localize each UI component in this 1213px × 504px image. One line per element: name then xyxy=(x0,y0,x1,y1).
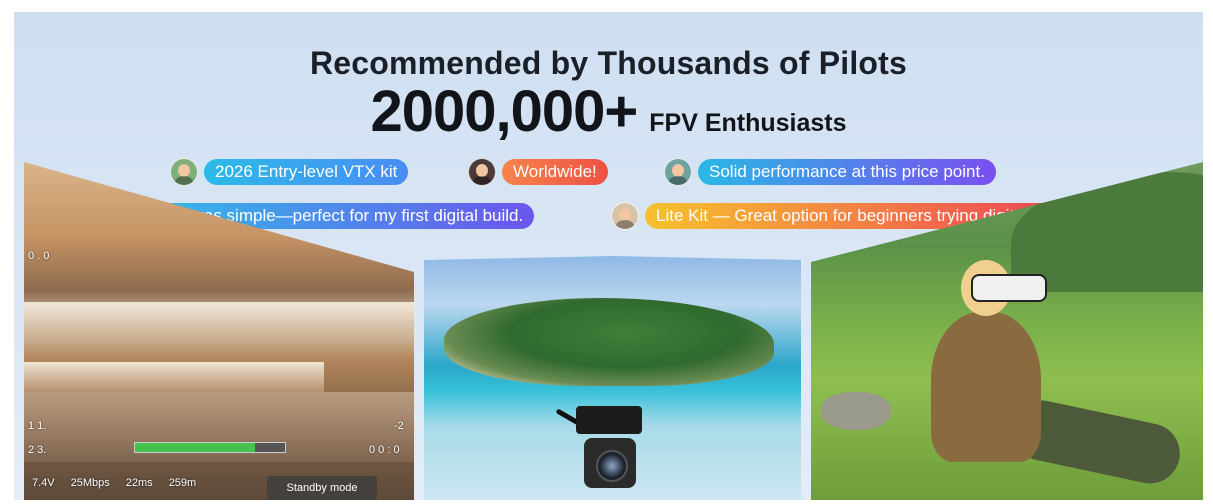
vtx-camera-module xyxy=(554,394,664,494)
distance-readout: 259m xyxy=(168,477,197,489)
fpv-goggles xyxy=(971,274,1047,302)
terrace-layer xyxy=(24,362,324,392)
voltage-readout: 7.4V xyxy=(32,477,55,489)
pilot-body xyxy=(931,312,1041,462)
signal-bar-fill xyxy=(135,443,255,452)
review-1: 2026 Entry-level VTX kit xyxy=(170,158,409,186)
camera-lens xyxy=(596,450,628,482)
rock xyxy=(821,392,891,430)
headline: Recommended by Thousands of Pilots xyxy=(309,45,908,81)
osd-right-2: 0 0 : 0 xyxy=(369,444,400,456)
standby-mode-label: Standby mode xyxy=(267,476,377,500)
user-count: 2000,000+ xyxy=(370,79,638,144)
review-3: Solid performance at this price point. xyxy=(664,158,996,186)
avatar xyxy=(664,158,692,186)
stat-row: 2000,000+ FPV Enthusiasts xyxy=(14,78,1203,145)
avatar xyxy=(468,158,496,186)
island-vtx-photo xyxy=(424,256,801,500)
osd-line-2: 2 3. xyxy=(28,444,47,456)
terrace-layer xyxy=(24,302,414,342)
osd-line-1: 1 1. xyxy=(28,420,47,432)
osd-right-1: -2 xyxy=(394,420,404,432)
review-2: Worldwide! xyxy=(468,158,608,186)
signal-bar xyxy=(134,442,286,453)
avatar xyxy=(611,202,639,230)
review-pill: Solid performance at this price point. xyxy=(698,159,996,185)
review-pill: 2026 Entry-level VTX kit xyxy=(204,159,409,185)
avatar xyxy=(170,158,198,186)
island xyxy=(444,298,774,386)
osd-top-left: 0 . 0 xyxy=(28,250,50,262)
banner: Recommended by Thousands of Pilots 2000,… xyxy=(14,12,1203,500)
bitrate-readout: 25Mbps xyxy=(70,477,110,489)
user-count-label: FPV Enthusiasts xyxy=(649,109,847,137)
review-pill: Worldwide! xyxy=(502,159,608,185)
vtx-board xyxy=(576,406,642,434)
latency-readout: 22ms xyxy=(125,477,153,489)
